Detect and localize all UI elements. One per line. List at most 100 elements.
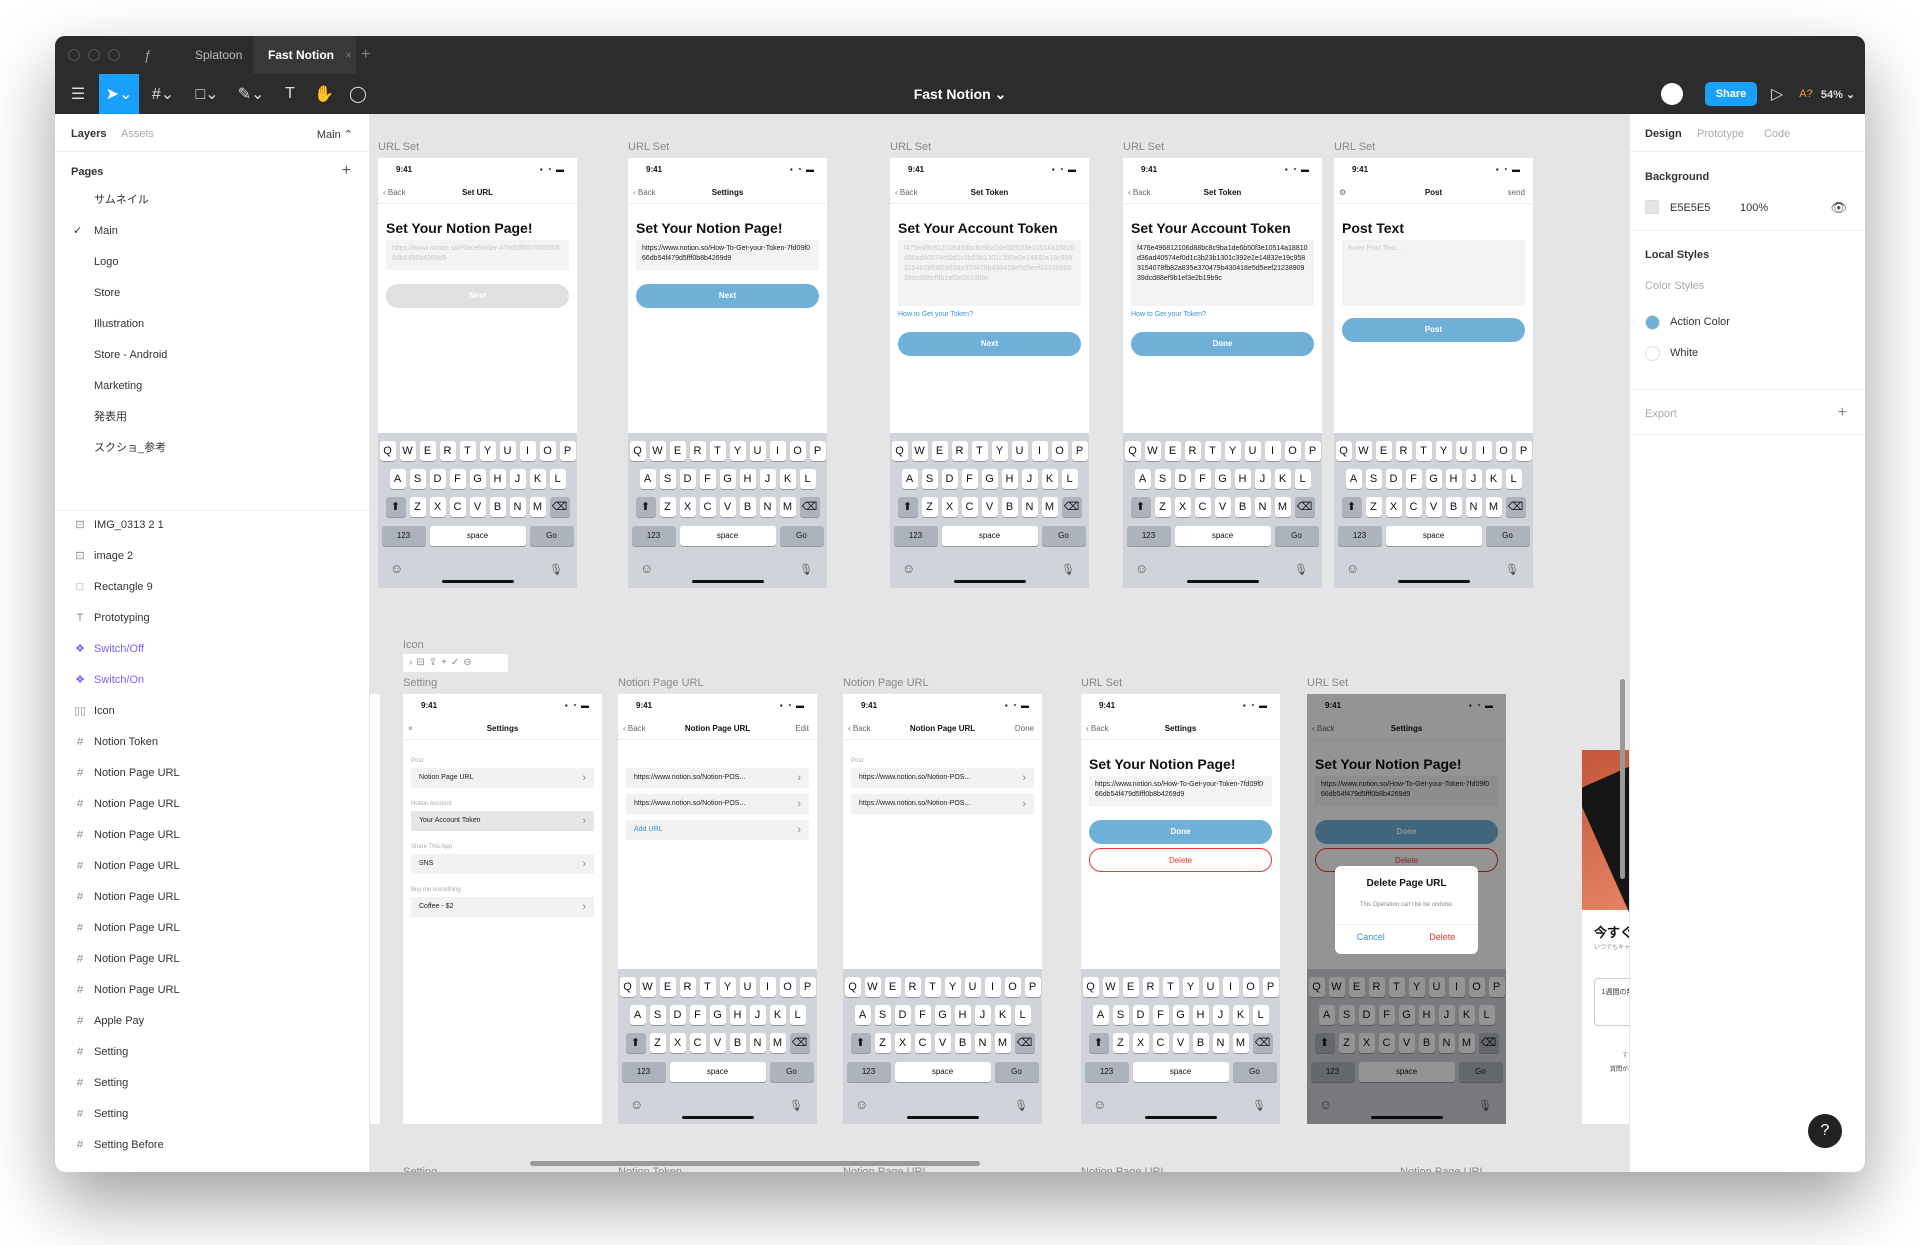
key[interactable]: A [389,469,406,489]
backspace-key-icon[interactable]: ⌫ [789,1033,810,1053]
url-input[interactable]: https://www.notion.so/How-To-Get-your-To… [636,240,819,270]
key[interactable]: S [1154,469,1171,489]
key[interactable]: C [689,1033,706,1053]
key[interactable]: Q [379,441,396,461]
settings-cell[interactable]: Your Account Token [411,811,594,831]
key[interactable]: C [699,497,716,517]
go-key[interactable]: Go [769,1062,814,1082]
key[interactable]: G [719,469,736,489]
space-key[interactable]: space [669,1062,766,1082]
zoom-window-button[interactable] [108,49,120,61]
key[interactable]: I [1264,441,1281,461]
frame-label[interactable]: URL Set [378,141,419,153]
key[interactable]: L [1294,469,1311,489]
go-key[interactable]: Go [779,526,824,546]
layer-item[interactable]: ❖ Switch/On [55,665,369,696]
key[interactable]: O [1284,441,1301,461]
frame-label[interactable]: URL Set [890,141,931,153]
key[interactable]: Y [944,977,961,997]
backspace-key-icon[interactable]: ⌫ [1014,1033,1035,1053]
key[interactable]: X [941,497,958,517]
key[interactable]: W [1102,977,1119,997]
key[interactable]: B [1445,497,1462,517]
key[interactable]: W [1355,441,1372,461]
key[interactable]: U [749,441,766,461]
key[interactable]: H [729,1005,746,1025]
key[interactable]: S [659,469,676,489]
page-item[interactable]: Store [55,278,369,309]
phone-frame-f2[interactable]: 9:41 ▪ ◔ ▬ ‹ Back Settings Set Your Notion P… [628,158,827,588]
key[interactable]: S [874,1005,891,1025]
key[interactable]: P [809,441,826,461]
key[interactable]: V [1425,497,1442,517]
numbers-key[interactable]: 123 [631,526,676,546]
key[interactable]: G [981,469,998,489]
key[interactable]: K [769,1005,786,1025]
key[interactable]: M [529,497,546,517]
backspace-key-icon[interactable]: ⌫ [1294,497,1315,517]
key[interactable]: T [1162,977,1179,997]
delete-button[interactable]: Delete [1089,848,1272,872]
key[interactable]: Q [844,977,861,997]
frame-label[interactable]: Setting [403,677,437,689]
key[interactable]: V [719,497,736,517]
key[interactable]: N [749,1033,766,1053]
key[interactable]: G [1425,469,1442,489]
key[interactable]: M [1485,497,1502,517]
settings-cell[interactable]: SNS [411,854,594,874]
key[interactable]: A [901,469,918,489]
key[interactable]: M [994,1033,1011,1053]
key[interactable]: E [1122,977,1139,997]
token-help-link[interactable]: How to Get your Token? [898,311,973,318]
frame-label[interactable]: Notion Page URL [618,677,704,689]
key[interactable]: F [1194,469,1211,489]
key[interactable]: B [1001,497,1018,517]
present-play-icon[interactable]: ▷ [1765,74,1789,114]
key[interactable]: I [1222,977,1239,997]
zoom-level[interactable]: 54% ⌄ [1819,74,1857,114]
key[interactable]: S [1365,469,1382,489]
key[interactable]: L [789,1005,806,1025]
layer-item[interactable]: # Notion Page URL [55,758,369,789]
page-item[interactable]: Illustration [55,309,369,340]
key[interactable]: I [759,977,776,997]
key[interactable]: U [1244,441,1261,461]
tab-splatoon[interactable]: Splatoon× [180,36,264,74]
phone-frame-partial[interactable] [370,694,380,1124]
key[interactable]: N [1021,497,1038,517]
figma-logo-icon[interactable]: ƒ [144,47,152,63]
key[interactable]: L [799,469,816,489]
layer-item[interactable]: # Notion Page URL [55,789,369,820]
layer-item[interactable]: # Setting [55,1068,369,1099]
layer-item[interactable]: # Notion Page URL [55,944,369,975]
numbers-key[interactable]: 123 [893,526,938,546]
layer-item[interactable]: # Notion Page URL [55,820,369,851]
key[interactable]: M [1041,497,1058,517]
key[interactable]: D [1174,469,1191,489]
shift-key-icon[interactable]: ⬆ [1341,497,1362,517]
key[interactable]: L [1061,469,1078,489]
key[interactable]: I [769,441,786,461]
space-key[interactable]: space [429,526,526,546]
key[interactable]: J [1212,1005,1229,1025]
key[interactable]: B [739,497,756,517]
frame-label[interactable]: URL Set [1123,141,1164,153]
key[interactable]: H [489,469,506,489]
key[interactable]: C [961,497,978,517]
numbers-key[interactable]: 123 [846,1062,891,1082]
frame-label[interactable]: Notion Page URL [1081,1166,1167,1172]
space-key[interactable]: space [1132,1062,1229,1082]
key[interactable]: D [669,1005,686,1025]
dialog-delete-button[interactable]: Delete [1407,932,1479,942]
key[interactable]: E [884,977,901,997]
emoji-icon[interactable]: ☺ [902,561,915,576]
emoji-icon[interactable]: ☺ [855,1097,868,1112]
key[interactable]: D [1385,469,1402,489]
key[interactable]: F [1152,1005,1169,1025]
key[interactable]: Z [659,497,676,517]
key[interactable]: C [1152,1033,1169,1053]
background-opacity[interactable]: 100% [1740,202,1768,214]
trial-option[interactable]: 1週間の無料トライアル [1594,978,1629,1026]
key[interactable]: E [1164,441,1181,461]
shift-key-icon[interactable]: ⬆ [635,497,656,517]
